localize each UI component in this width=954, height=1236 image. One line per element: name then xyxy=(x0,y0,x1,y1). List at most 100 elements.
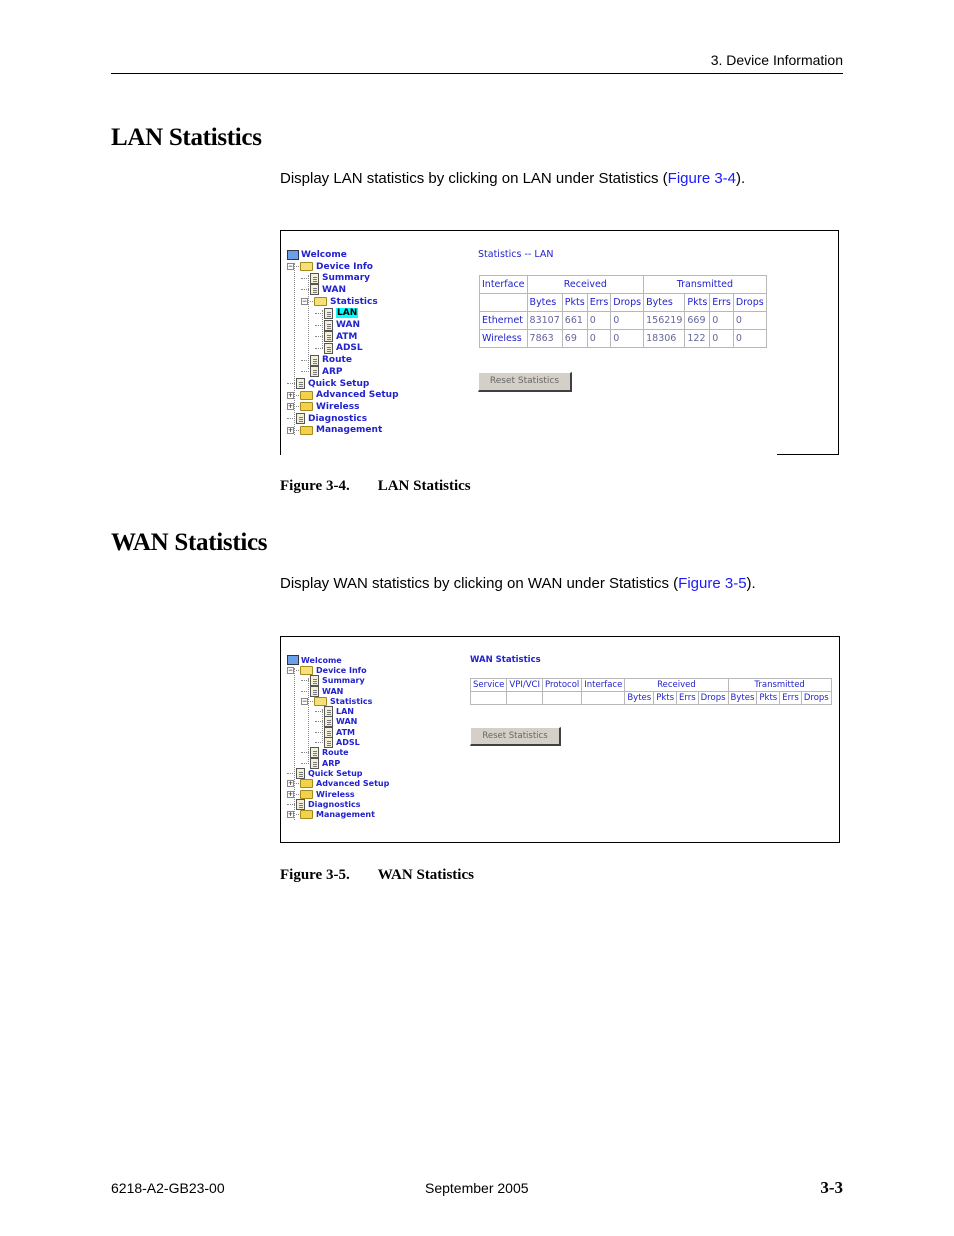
tree-item-label[interactable]: Advanced Setup xyxy=(316,390,399,400)
tree-item-label[interactable]: WAN xyxy=(336,717,357,726)
tree-item[interactable]: ATM xyxy=(315,331,357,343)
tree-connector xyxy=(315,347,323,349)
tree-item-label[interactable]: ARP xyxy=(322,759,340,768)
figure-link[interactable]: Figure 3-4 xyxy=(668,170,736,187)
reset-statistics-button[interactable]: Reset Statistics xyxy=(470,727,561,746)
tree-item[interactable]: LAN xyxy=(315,706,354,718)
tree-item[interactable]: Summary xyxy=(301,675,365,687)
tree-item[interactable]: ADSL xyxy=(315,737,360,749)
tree-item-label[interactable]: Diagnostics xyxy=(308,414,367,424)
tree-connector xyxy=(296,429,299,431)
intro-text: Display WAN statistics by clicking on WA… xyxy=(280,575,679,592)
tree-item-label[interactable]: WAN xyxy=(322,285,346,295)
tree-item[interactable]: Diagnostics xyxy=(287,798,361,810)
tree-item-label[interactable]: Quick Setup xyxy=(308,379,369,389)
tree-item-label[interactable]: Device Info xyxy=(316,666,367,675)
tree-item-label[interactable]: ARP xyxy=(322,367,343,377)
tree-item-label[interactable]: ATM xyxy=(336,332,357,342)
tree-item-label[interactable]: Wireless xyxy=(316,402,359,412)
tree-item-label[interactable]: Summary xyxy=(322,273,370,283)
tree-item-label[interactable]: ADSL xyxy=(336,738,360,747)
collapse-icon[interactable]: − xyxy=(287,263,294,271)
tree-item[interactable]: + Management xyxy=(287,425,382,437)
doc-number: 6218-A2-GB23-00 xyxy=(111,1180,225,1196)
tree-item[interactable]: LAN xyxy=(315,307,359,320)
tree-item[interactable]: Route xyxy=(301,747,349,759)
tree-item[interactable]: WAN xyxy=(301,284,346,296)
tree-item-label[interactable]: WAN xyxy=(322,687,343,696)
tree-connector xyxy=(296,783,299,785)
tree-item[interactable]: ARP xyxy=(301,757,340,769)
figure-link[interactable]: Figure 3-5 xyxy=(678,575,746,592)
tree-item-label[interactable]: Management xyxy=(316,425,382,435)
tree-item-label[interactable]: Route xyxy=(322,748,349,757)
tree-item[interactable]: Quick Setup xyxy=(287,378,369,390)
tree-item-label[interactable]: Quick Setup xyxy=(308,769,363,778)
tree-item[interactable]: Summary xyxy=(301,272,370,284)
row-label: Wireless xyxy=(479,329,528,348)
cell: 156219 xyxy=(643,311,686,330)
tree-item-label[interactable]: Management xyxy=(316,810,375,819)
expand-icon[interactable]: + xyxy=(287,790,294,798)
tree-item-label[interactable]: Advanced Setup xyxy=(316,779,389,788)
tree-item-label[interactable]: LAN xyxy=(336,707,354,716)
tree-item[interactable]: WAN xyxy=(315,319,360,331)
subheader: Drops xyxy=(610,293,645,312)
tree-item-label[interactable]: Statistics xyxy=(330,697,372,706)
tree-item-label[interactable]: Statistics xyxy=(330,297,378,307)
collapse-icon[interactable]: − xyxy=(287,666,294,674)
tree-item[interactable]: − Statistics xyxy=(301,296,378,308)
caption-number: Figure 3-5. xyxy=(280,867,350,883)
tree-item-label[interactable]: Summary xyxy=(322,676,365,685)
tree-item[interactable]: ARP xyxy=(301,366,343,378)
tree-item-label[interactable]: WAN xyxy=(336,320,360,330)
tree-item-label[interactable]: ATM xyxy=(336,728,355,737)
expand-icon[interactable]: + xyxy=(287,811,294,819)
caption-title: WAN Statistics xyxy=(377,867,474,883)
tree-item[interactable]: + Wireless xyxy=(287,789,355,799)
collapse-icon[interactable]: − xyxy=(301,298,308,306)
expand-icon[interactable]: + xyxy=(287,403,294,411)
tree-item-label[interactable]: LAN xyxy=(336,308,359,319)
tree-item[interactable]: Route xyxy=(301,354,352,366)
cell: 0 xyxy=(709,311,734,330)
tree-item-label[interactable]: Route xyxy=(322,355,352,365)
subheader: Bytes xyxy=(727,691,758,705)
tree-item-label[interactable]: Diagnostics xyxy=(308,800,361,809)
folder-icon xyxy=(300,402,313,412)
tree-item[interactable]: + Wireless xyxy=(287,401,359,413)
cell: 0 xyxy=(610,329,645,348)
tree-connector xyxy=(315,312,323,314)
tree-connector xyxy=(296,669,299,671)
tree-item[interactable]: − Device Info xyxy=(287,665,367,675)
tree-item[interactable]: WAN xyxy=(301,685,343,697)
tree-item-label[interactable]: Device Info xyxy=(316,262,373,272)
tree-item[interactable]: Welcome xyxy=(287,655,342,666)
blank-cell xyxy=(581,691,626,705)
tree-item[interactable]: − Statistics xyxy=(301,696,372,706)
tree-item[interactable]: Diagnostics xyxy=(287,413,367,425)
page-number: 3-3 xyxy=(820,1178,843,1197)
tree-item[interactable]: + Management xyxy=(287,810,375,820)
tree-item[interactable]: ADSL xyxy=(315,342,363,355)
tree-item[interactable]: + Advanced Setup xyxy=(287,779,389,789)
tree-item[interactable]: WAN xyxy=(315,716,357,728)
tree-item-label[interactable]: Wireless xyxy=(316,790,355,799)
tree-connector xyxy=(287,803,295,805)
expand-icon[interactable]: + xyxy=(287,391,294,399)
subheader: Pkts xyxy=(653,691,677,705)
tree-item[interactable]: + Advanced Setup xyxy=(287,389,399,401)
cell: 0 xyxy=(610,311,645,330)
reset-statistics-button[interactable]: Reset Statistics xyxy=(478,372,572,392)
tree-item[interactable]: Quick Setup xyxy=(287,767,363,779)
expand-icon[interactable]: + xyxy=(287,426,294,434)
tree-item-label[interactable]: Welcome xyxy=(301,656,342,665)
tree-item[interactable]: ATM xyxy=(315,726,355,738)
tree-item-label[interactable]: Welcome xyxy=(301,250,347,260)
tree-item-label[interactable]: ADSL xyxy=(336,343,363,353)
expand-icon[interactable]: + xyxy=(287,780,294,788)
collapse-icon[interactable]: − xyxy=(301,697,308,705)
tree-item[interactable]: Welcome xyxy=(287,249,347,261)
publication-date: September 2005 xyxy=(425,1180,529,1196)
tree-item[interactable]: − Device Info xyxy=(287,261,373,273)
